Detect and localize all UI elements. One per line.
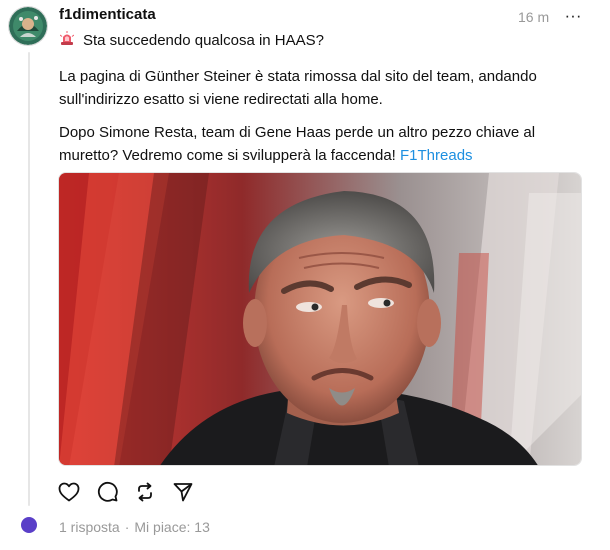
hashtag-link[interactable]: F1Threads xyxy=(400,147,473,164)
post-stats: 1 risposta · Mi piace: 13 xyxy=(59,519,210,535)
likes-count[interactable]: Mi piace: 13 xyxy=(134,519,209,535)
repost-button[interactable] xyxy=(134,482,156,507)
share-icon xyxy=(173,482,193,507)
more-options-icon: ··· xyxy=(564,6,582,25)
repost-icon xyxy=(135,482,155,507)
avatar[interactable] xyxy=(9,7,47,45)
like-button[interactable] xyxy=(58,482,80,507)
timestamp: 16 m xyxy=(518,9,550,25)
post-paragraph-1: La pagina di Günther Steiner è stata rim… xyxy=(59,68,537,108)
more-options-button[interactable]: ··· xyxy=(562,6,584,25)
username[interactable]: f1dimenticata xyxy=(59,6,156,23)
thread-line xyxy=(28,52,30,506)
headline: Sta succedendo qualcosa in HAAS? xyxy=(59,31,324,49)
post-image[interactable] xyxy=(58,172,582,466)
share-button[interactable] xyxy=(172,482,194,507)
reply-avatar[interactable] xyxy=(21,517,37,533)
action-bar xyxy=(58,481,194,507)
heart-icon xyxy=(58,482,80,507)
comment-icon xyxy=(97,481,118,507)
stats-separator: · xyxy=(124,519,130,535)
comment-button[interactable] xyxy=(96,481,118,507)
post-paragraph-2: Dopo Simone Resta, team di Gene Haas per… xyxy=(59,121,579,167)
headline-text: Sta succedendo qualcosa in HAAS? xyxy=(83,31,324,49)
replies-count[interactable]: 1 risposta xyxy=(59,519,120,535)
rotating-light-icon xyxy=(59,31,75,49)
